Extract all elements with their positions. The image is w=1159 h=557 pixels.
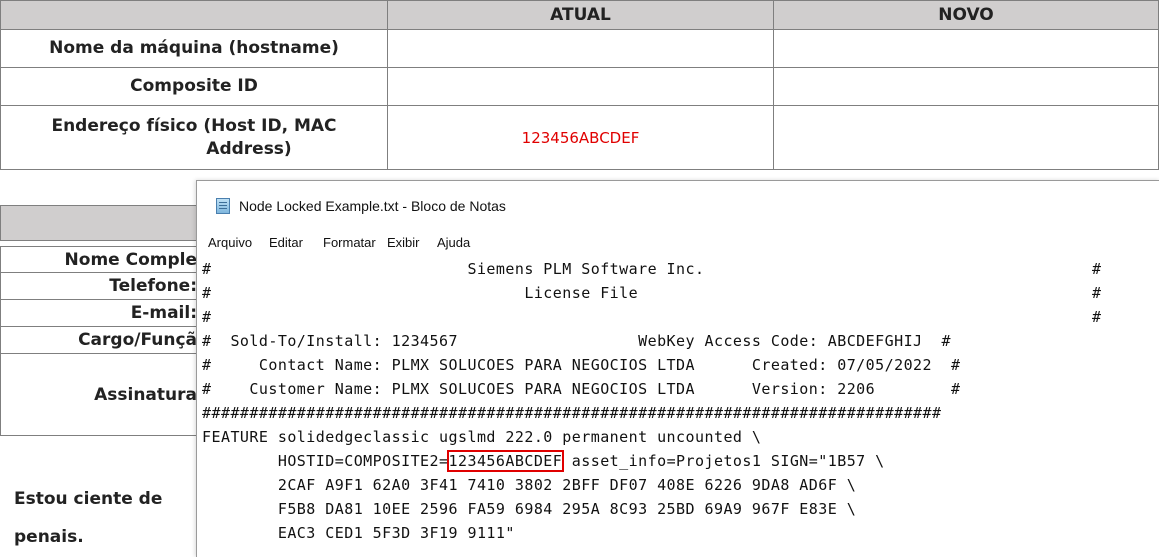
text-line: # Sold-To/Install: 1234567 WebKey Access… xyxy=(202,329,1159,353)
line-text: # Contact Name: PLMX SOLUCOES PARA NEGOC… xyxy=(202,356,961,374)
physical-address-label-line1: Endereço físico (Host ID, MAC xyxy=(51,115,337,136)
line-end-hash: # xyxy=(1092,284,1102,302)
text-line: F5B8 DA81 10EE 2596 FA59 6984 295A 8C93 … xyxy=(202,497,1159,521)
text-line: # Siemens PLM Software Inc. # xyxy=(202,257,1159,281)
line-text: # Sold-To/Install: 1234567 WebKey Access… xyxy=(202,332,951,350)
text-line: # Contact Name: PLMX SOLUCOES PARA NEGOC… xyxy=(202,353,1159,377)
window-title: Node Locked Example.txt - Bloco de Notas xyxy=(239,198,506,214)
line-text: F5B8 DA81 10EE 2596 FA59 6984 295A 8C93 … xyxy=(202,500,857,518)
text-line: # # xyxy=(202,305,1159,329)
text-line: FEATURE solidedgeclassic ugslmd 222.0 pe… xyxy=(202,425,1159,449)
line-text: # License File xyxy=(202,284,639,302)
line-text: ########################################… xyxy=(202,404,942,422)
menu-formatar[interactable]: Formatar xyxy=(323,235,376,250)
line-text: # xyxy=(202,308,212,326)
line-text: # Siemens PLM Software Inc. xyxy=(202,260,705,278)
physical-address-novo-cell[interactable] xyxy=(773,105,1159,170)
full-name-label: Nome Comple xyxy=(0,246,204,273)
hostid-suffix: asset_info=Projetos1 SIGN="1B57 \ xyxy=(562,452,885,470)
table-row: Composite ID xyxy=(0,67,1159,106)
menu-arquivo[interactable]: Arquivo xyxy=(208,235,252,250)
physical-address-atual-cell[interactable]: 123456ABCDEF xyxy=(387,105,774,170)
text-line: # License File # xyxy=(202,281,1159,305)
physical-address-label-line2: Address) xyxy=(206,138,292,159)
machine-info-table: ATUAL NOVO Nome da máquina (hostname) Co… xyxy=(0,0,1159,170)
text-line: # Customer Name: PLMX SOLUCOES PARA NEGO… xyxy=(202,377,1159,401)
composite-id-atual-cell[interactable] xyxy=(387,67,774,106)
notepad-window: Node Locked Example.txt - Bloco de Notas… xyxy=(196,180,1159,557)
highlighted-hostid: 123456ABCDEF xyxy=(446,450,565,472)
declaration-text: Estou ciente de penais. xyxy=(14,480,162,556)
hostname-atual-cell[interactable] xyxy=(387,29,774,68)
header-atual: ATUAL xyxy=(387,0,774,30)
text-line: ########################################… xyxy=(202,401,1159,425)
table-row: Telefone: xyxy=(0,272,204,300)
menu-editar[interactable]: Editar xyxy=(269,235,303,250)
declaration-line1: Estou ciente de xyxy=(14,489,163,509)
text-line-hostid: HOSTID=COMPOSITE2=123456ABCDEF asset_inf… xyxy=(202,449,1159,473)
line-text: EAC3 CED1 5F3D 3F19 9111" xyxy=(202,524,515,542)
notepad-icon xyxy=(216,198,230,214)
hostname-novo-cell[interactable] xyxy=(773,29,1159,68)
text-editor[interactable]: # Siemens PLM Software Inc. # # License F… xyxy=(202,257,1159,557)
role-label: Cargo/Funçã xyxy=(0,326,204,354)
table-row: Endereço físico (Host ID, MAC Address) 1… xyxy=(0,105,1159,170)
line-text: 2CAF A9F1 62A0 3F41 7410 3802 2BFF DF07 … xyxy=(202,476,857,494)
hostname-label: Nome da máquina (hostname) xyxy=(0,29,388,68)
text-line: EAC3 CED1 5F3D 3F19 9111" xyxy=(202,521,1159,545)
header-novo: NOVO xyxy=(773,0,1159,30)
contact-table-header xyxy=(0,205,215,241)
hostid-prefix: HOSTID=COMPOSITE2= xyxy=(202,452,449,470)
email-label: E-mail: xyxy=(0,299,204,327)
table-row: Nome da máquina (hostname) xyxy=(0,29,1159,68)
line-text: # Customer Name: PLMX SOLUCOES PARA NEGO… xyxy=(202,380,961,398)
phone-label: Telefone: xyxy=(0,272,204,300)
declaration-line2: penais. xyxy=(14,527,84,547)
line-end-hash: # xyxy=(1092,308,1102,326)
physical-address-label: Endereço físico (Host ID, MAC Address) xyxy=(0,105,388,170)
signature-label: Assinatura xyxy=(0,353,204,436)
header-empty xyxy=(0,0,388,30)
menu-ajuda[interactable]: Ajuda xyxy=(437,235,470,250)
composite-id-label: Composite ID xyxy=(0,67,388,106)
table-row: Assinatura xyxy=(0,353,204,436)
contact-table: Nome Comple Telefone: E-mail: Cargo/Funç… xyxy=(0,246,204,436)
line-text: FEATURE solidedgeclassic ugslmd 222.0 pe… xyxy=(202,428,762,446)
table-row: Nome Comple xyxy=(0,246,204,273)
menu-bar: Arquivo Editar Formatar Exibir Ajuda xyxy=(197,231,1159,253)
composite-id-novo-cell[interactable] xyxy=(773,67,1159,106)
menu-exibir[interactable]: Exibir xyxy=(387,235,420,250)
line-end-hash: # xyxy=(1092,260,1102,278)
text-line: 2CAF A9F1 62A0 3F41 7410 3802 2BFF DF07 … xyxy=(202,473,1159,497)
title-bar[interactable]: Node Locked Example.txt - Bloco de Notas xyxy=(197,181,1159,229)
table-header-row: ATUAL NOVO xyxy=(0,0,1159,30)
table-row: Cargo/Funçã xyxy=(0,326,204,354)
table-row: E-mail: xyxy=(0,299,204,327)
